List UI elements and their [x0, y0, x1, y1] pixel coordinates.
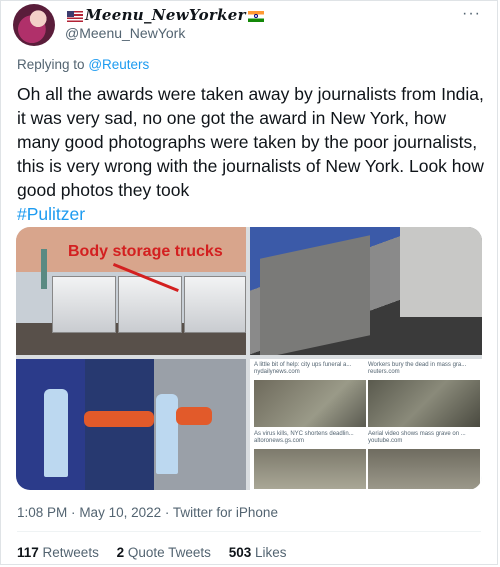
hashtag-link[interactable]: #Pulitzer	[17, 204, 85, 224]
media-grid[interactable]: Body storage trucks A little bit of help…	[16, 227, 482, 490]
tweet-text: Oh all the awards were taken away by jou…	[17, 82, 487, 226]
separator: ·	[71, 505, 76, 520]
aerial-photo-thumbnail[interactable]	[368, 380, 480, 427]
result-caption[interactable]: Workers bury the dead in mass gra... reut…	[368, 362, 480, 376]
photo-workers-in-ppe[interactable]	[16, 359, 246, 490]
tweet-time[interactable]: 1:08 PM	[17, 505, 67, 520]
result-source: reuters.com	[368, 369, 400, 375]
body-bag-shape	[176, 407, 212, 425]
result-caption-text: A little bit of help: city ups funeral a…	[254, 362, 352, 368]
replying-to-prefix: Replying to	[17, 57, 85, 72]
us-flag-icon	[67, 10, 83, 22]
rack-shape	[400, 227, 482, 317]
result-caption-text: As virus kills, NYC shortens deadlin...	[254, 431, 354, 437]
replying-to: Replying to @Reuters	[17, 57, 149, 72]
worker-shape	[44, 389, 68, 477]
more-options-icon[interactable]: ···	[462, 5, 481, 23]
result-source: nydailynews.com	[254, 369, 300, 375]
body-bag-shape	[84, 411, 154, 427]
quote-tweets-count: 2	[116, 545, 125, 560]
retweets-stat[interactable]: 117 Retweets	[17, 545, 99, 560]
author-handle[interactable]: @Meenu_NewYork	[65, 25, 185, 41]
tweet-date[interactable]: May 10, 2022	[79, 505, 161, 520]
likes-stat[interactable]: 503 Likes	[229, 545, 287, 560]
worker-shape	[156, 394, 178, 474]
result-caption[interactable]: A little bit of help: city ups funeral a…	[254, 362, 366, 376]
tweet-body: Oh all the awards were taken away by jou…	[17, 84, 484, 200]
result-source: youtube.com	[368, 438, 403, 444]
separator: ·	[164, 505, 170, 520]
divider	[17, 531, 481, 532]
result-caption[interactable]: As virus kills, NYC shortens deadlin... a…	[254, 431, 366, 445]
result-caption-text: Aerial video shows mass grave on ...	[368, 431, 466, 437]
retweets-label: Retweets	[42, 545, 99, 560]
quote-tweets-label: Quote Tweets	[127, 545, 211, 560]
retweets-count: 117	[17, 545, 39, 560]
result-source: altoronews.gs.com	[254, 438, 305, 444]
replying-to-link[interactable]: @Reuters	[88, 57, 149, 72]
avatar[interactable]	[13, 4, 55, 46]
truck-shape	[52, 276, 116, 333]
author-name-row[interactable]: Meenu_NewYorker	[65, 6, 266, 24]
quote-tweets-stat[interactable]: 2 Quote Tweets	[117, 545, 211, 560]
india-flag-icon	[247, 10, 264, 22]
aerial-photo-thumbnail[interactable]	[254, 380, 366, 427]
aerial-photo-thumbnail[interactable]	[254, 449, 366, 489]
truck-shape	[184, 276, 246, 333]
truck-shape	[118, 276, 182, 333]
tweet-card: Meenu_NewYorker @Meenu_NewYork ··· Reply…	[0, 0, 498, 565]
truck-shape	[260, 235, 370, 355]
tweet-client[interactable]: Twitter for iPhone	[173, 505, 278, 520]
result-caption-text: Workers bury the dead in mass gra...	[368, 362, 467, 368]
statue-shape	[41, 249, 47, 289]
photo-trucks-interior[interactable]	[250, 227, 482, 355]
overlay-label: Body storage trucks	[68, 243, 223, 260]
author-display-name[interactable]: Meenu_NewYorker	[85, 6, 246, 24]
photo-body-storage-trucks[interactable]: Body storage trucks	[16, 227, 246, 355]
result-caption[interactable]: Aerial video shows mass grave on ... yout…	[368, 431, 480, 445]
likes-label: Likes	[255, 545, 287, 560]
aerial-photo-thumbnail[interactable]	[368, 449, 480, 489]
likes-count: 503	[228, 545, 252, 560]
search-results-panel[interactable]: A little bit of help: city ups funeral a…	[250, 359, 482, 490]
tweet-timestamp[interactable]: 1:08 PM · May 10, 2022 · Twitter for iPh…	[17, 505, 278, 520]
engagement-stats: 117 Retweets 2 Quote Tweets 503 Likes	[17, 545, 301, 560]
